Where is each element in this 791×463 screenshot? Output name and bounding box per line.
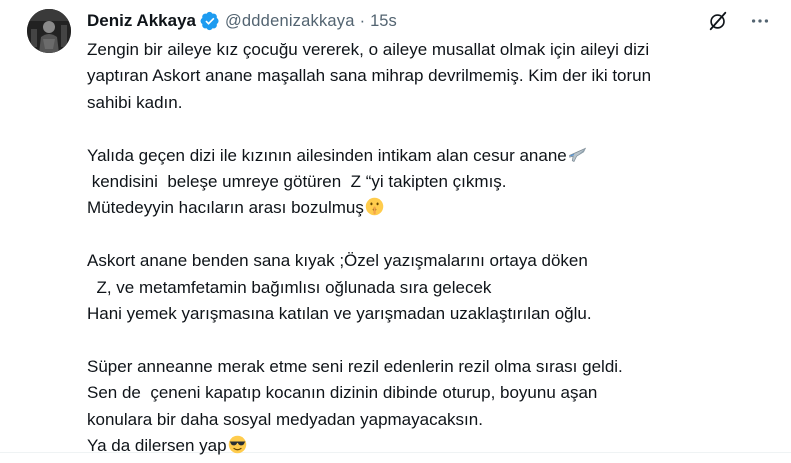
more-options-button[interactable] — [747, 8, 773, 34]
text-line: Askort anane benden sana kıyak ;Özel yaz… — [87, 251, 588, 271]
text-line: Zengin bir aileye kız çocuğu vererek, o … — [87, 40, 650, 59]
avatar-image — [27, 9, 71, 53]
text-line-with-emoji: Yalıda geçen dizi ile kızının ailesinden… — [87, 143, 777, 169]
user-handle[interactable]: @dddenizakkaya — [225, 12, 355, 31]
airplane-icon — [567, 144, 588, 165]
shushing-face-icon — [364, 196, 385, 217]
timestamp[interactable]: 15s — [370, 12, 397, 31]
text-line: Hani yemek yarışmasına katılan ve yarışm… — [87, 304, 592, 324]
text-line-with-emoji: Ya da dilersen yap — [87, 433, 777, 459]
text-line: yaptıran Askort anane maşallah sana mihr… — [87, 66, 652, 86]
grok-icon — [709, 11, 727, 31]
sunglasses-face-icon — [227, 434, 248, 455]
text-line: sahibi kadın. — [87, 92, 183, 112]
tweet-actions — [705, 8, 773, 34]
verified-badge-icon — [200, 11, 220, 31]
text-line: Ya da dilersen yap — [87, 436, 227, 456]
display-name[interactable]: Deniz Akkaya — [87, 11, 196, 31]
separator-dot: · — [359, 11, 366, 30]
tweet: Deniz Akkaya @dddenizakkaya · 15s Zengin… — [0, 0, 791, 455]
text-line: Mütedeyyin hacıların arası bozulmuş — [87, 198, 364, 218]
grok-button[interactable] — [705, 8, 731, 34]
text-line: Z, ve metamfetamin bağımlısı oğlunada sı… — [87, 277, 492, 297]
tweet-header: Deniz Akkaya @dddenizakkaya · 15s — [87, 10, 397, 32]
text-line: kendisini beleşe umreye götüren Z “yi ta… — [87, 172, 507, 192]
text-line: konulara bir daha sosyal medyadan yapmay… — [87, 409, 483, 429]
text-line: Yalıda geçen dizi ile kızının ailesinden… — [87, 145, 567, 165]
avatar[interactable] — [27, 9, 71, 53]
text-line: Sen de çeneni kapatıp kocanın dizinin di… — [87, 383, 598, 403]
text-line: Süper anneanne merak etme seni rezil ede… — [87, 356, 623, 376]
tweet-text: Zengin bir aileye kız çocuğu vererek, o … — [87, 37, 777, 459]
more-icon — [751, 19, 769, 23]
text-line-with-emoji: Mütedeyyin hacıların arası bozulmuş — [87, 195, 777, 221]
